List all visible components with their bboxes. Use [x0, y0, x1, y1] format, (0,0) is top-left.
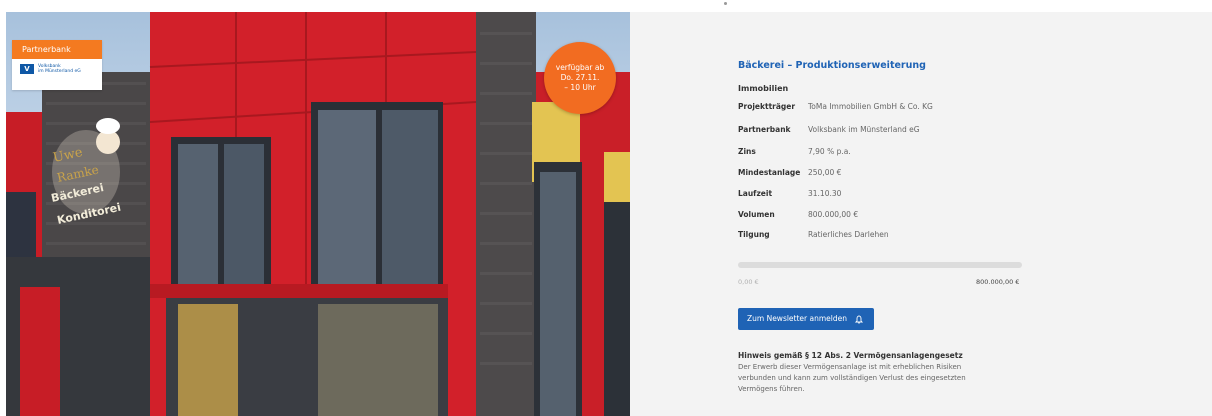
project-title[interactable]: Bäckerei – Produktionserweiterung	[738, 60, 926, 71]
newsletter-button-label: Zum Newsletter anmelden	[747, 314, 847, 323]
info-value: Volksbank im Münsterland eG	[808, 125, 920, 134]
info-row-laufzeit: Laufzeit 31.10.30	[738, 187, 1058, 201]
project-image: Uwe Ramke Bäckerei Konditorei Partnerban…	[6, 12, 630, 416]
vr-logo-icon: V	[20, 64, 34, 74]
info-label: Projektträger	[738, 102, 796, 111]
info-row-zins: Zins 7,90 % p.a.	[738, 145, 1058, 159]
availability-line-1: verfügbar ab	[555, 63, 605, 72]
volksbank-logo-text: Volksbank im Münsterland eG	[38, 64, 81, 74]
info-value: 31.10.30	[808, 189, 842, 198]
logo-line-2: im Münsterland eG	[38, 69, 81, 74]
info-row-projekttraeger: Projektträger ToMa Immobilien GmbH & Co.…	[738, 100, 1058, 114]
availability-badge: verfügbar ab Do. 27.11. – 10 Uhr	[544, 42, 616, 114]
volksbank-logo: V Volksbank im Münsterland eG	[12, 59, 102, 79]
info-label: Volumen	[738, 210, 775, 219]
info-label: Tilgung	[738, 230, 770, 239]
info-label: Laufzeit	[738, 189, 773, 198]
partnerbank-badge-header: Partnerbank	[12, 40, 102, 59]
info-label: Partnerbank	[738, 125, 791, 134]
risk-notice-title: Hinweis gemäß § 12 Abs. 2 Vermögensanlag…	[738, 351, 963, 360]
bell-icon	[854, 315, 864, 324]
info-row-mindestanlage: Mindestanlage 250,00 €	[738, 166, 1058, 180]
info-value: ToMa Immobilien GmbH & Co. KG	[808, 102, 933, 111]
funding-progress-bar	[738, 262, 1022, 268]
newsletter-button[interactable]: Zum Newsletter anmelden	[738, 308, 874, 330]
availability-line-2: Do. 27.11.	[560, 73, 600, 82]
progress-min-label: 0,00 €	[738, 278, 759, 286]
progress-max-label: 800.000,00 €	[976, 278, 1020, 286]
info-row-volumen: Volumen 800.000,00 €	[738, 208, 1058, 222]
top-strip	[0, 0, 1212, 12]
top-marker	[724, 2, 727, 5]
availability-line-3: – 10 Uhr	[564, 83, 596, 92]
risk-notice-text: Der Erwerb dieser Vermögensanlage ist mi…	[738, 363, 966, 393]
info-value: 250,00 €	[808, 168, 842, 177]
info-label: Mindestanlage	[738, 168, 801, 177]
info-label: Zins	[738, 147, 756, 156]
info-row-partnerbank: Partnerbank Volksbank im Münsterland eG	[738, 123, 1058, 137]
info-row-tilgung: Tilgung Ratierliches Darlehen	[738, 228, 1058, 242]
info-value: 800.000,00 €	[808, 210, 859, 219]
info-value: 7,90 % p.a.	[808, 147, 851, 156]
project-category: Immobilien	[738, 84, 789, 93]
info-value: Ratierliches Darlehen	[808, 230, 889, 239]
partnerbank-badge: Partnerbank V Volksbank im Münsterland e…	[12, 40, 102, 90]
